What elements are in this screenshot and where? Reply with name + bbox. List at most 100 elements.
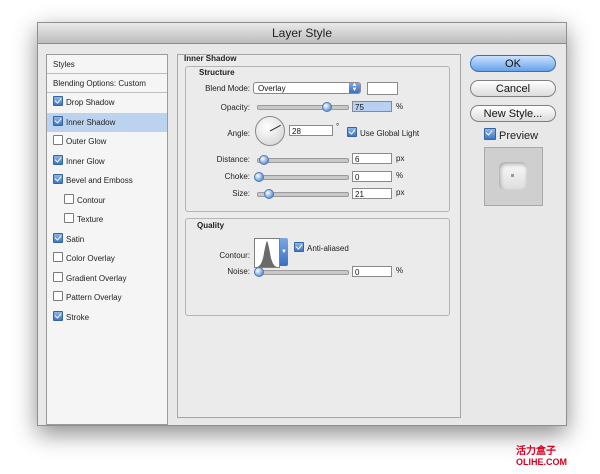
preview-label: Preview: [499, 130, 539, 142]
style-item-label: Inner Glow: [66, 156, 105, 166]
quality-group: Quality Contour: ▼ Anti-aliased Noise: 0…: [185, 218, 450, 316]
ok-button[interactable]: OK: [470, 55, 556, 72]
style-item[interactable]: Contour: [47, 191, 167, 210]
checkbox-icon[interactable]: [64, 213, 74, 223]
choke-label: Choke:: [224, 172, 250, 181]
style-item[interactable]: Color Overlay: [47, 249, 167, 268]
checkbox-icon[interactable]: [53, 115, 63, 126]
distance-field[interactable]: 6: [352, 153, 392, 164]
checkbox-icon[interactable]: [53, 291, 63, 301]
style-item-label: Stroke: [66, 312, 90, 322]
quality-title: Quality: [197, 221, 225, 230]
size-label: Size:: [232, 189, 250, 198]
size-field[interactable]: 21: [352, 188, 392, 199]
style-item[interactable]: Gradient Overlay: [47, 269, 167, 288]
noise-slider[interactable]: [254, 267, 349, 277]
distance-label: Distance:: [216, 155, 250, 164]
inner-shadow-title: Inner Shadow: [184, 54, 237, 63]
anti-aliased-option[interactable]: Anti-aliased: [294, 242, 349, 253]
structure-group: Structure Blend Mode: Overlay ▲ ▼ Opacity…: [185, 66, 450, 212]
shadow-color-swatch[interactable]: [367, 82, 398, 95]
checkbox-icon[interactable]: [53, 174, 63, 184]
opacity-label: Opacity:: [220, 103, 250, 112]
watermark-cn: 活力盒子: [516, 446, 556, 457]
blend-mode-value: Overlay: [258, 84, 286, 93]
style-item[interactable]: Texture: [47, 210, 167, 229]
contour-picker[interactable]: [254, 238, 280, 268]
window-title: Layer Style: [38, 23, 566, 44]
checkbox-icon[interactable]: [53, 154, 63, 165]
opacity-field[interactable]: 75: [352, 101, 392, 112]
style-item-label: Texture: [77, 215, 104, 224]
style-item[interactable]: Inner Shadow: [47, 112, 167, 132]
checkbox-icon[interactable]: [53, 96, 63, 106]
distance-slider-thumb[interactable]: [259, 155, 270, 165]
size-slider-thumb[interactable]: [263, 189, 274, 199]
styles-header[interactable]: Styles: [47, 55, 167, 74]
size-unit: px: [396, 188, 405, 197]
angle-dial[interactable]: [255, 116, 285, 146]
style-item-label: Inner Shadow: [66, 117, 116, 127]
noise-unit: %: [396, 266, 404, 275]
checkbox-icon[interactable]: [53, 252, 63, 262]
opacity-slider-thumb[interactable]: [321, 102, 332, 112]
use-global-light-label: Use Global Light: [360, 129, 420, 138]
opacity-slider[interactable]: [257, 102, 349, 112]
noise-slider-thumb[interactable]: [254, 267, 264, 277]
style-item-label: Contour: [77, 195, 106, 205]
choke-unit: %: [396, 171, 404, 180]
checkbox-icon[interactable]: [347, 127, 357, 137]
style-item-label: Outer Glow: [66, 137, 107, 146]
style-item[interactable]: Satin: [47, 230, 167, 249]
preview-center-dot: [511, 174, 514, 177]
angle-label: Angle:: [227, 129, 250, 138]
size-slider[interactable]: [257, 189, 349, 199]
watermark-en: OLIHE.COM: [516, 457, 567, 467]
style-item-label: Gradient Overlay: [66, 273, 127, 283]
anti-aliased-label: Anti-aliased: [307, 244, 349, 253]
checkbox-icon[interactable]: [294, 242, 304, 252]
style-item[interactable]: Drop Shadow: [47, 93, 167, 112]
style-item[interactable]: Inner Glow: [47, 152, 167, 171]
checkbox-icon[interactable]: [53, 135, 63, 145]
noise-field[interactable]: 0: [352, 266, 392, 277]
choke-slider-thumb[interactable]: [254, 172, 264, 182]
choke-field[interactable]: 0: [352, 171, 392, 182]
style-item-label: Bevel and Emboss: [66, 176, 133, 185]
structure-title: Structure: [197, 68, 237, 77]
inner-shadow-panel: Inner Shadow Structure Blend Mode: Overl…: [177, 54, 461, 418]
style-item[interactable]: Stroke: [47, 308, 167, 327]
preview-swatch: [499, 162, 527, 190]
style-item[interactable]: Outer Glow: [47, 132, 167, 151]
opacity-unit: %: [396, 102, 404, 111]
angle-unit: °: [336, 122, 340, 131]
new-style-button[interactable]: New Style...: [470, 105, 556, 122]
contour-label: Contour:: [219, 251, 250, 260]
contour-dropdown-arrow-icon[interactable]: ▼: [280, 238, 288, 266]
blend-mode-label: Blend Mode:: [205, 84, 250, 93]
styles-list: Styles Blending Options: Custom Drop Sha…: [46, 54, 168, 425]
checkbox-icon[interactable]: [53, 271, 63, 282]
distance-slider[interactable]: [257, 155, 349, 165]
angle-field[interactable]: 28: [289, 125, 333, 136]
blend-mode-select[interactable]: Overlay ▲ ▼: [253, 82, 361, 94]
angle-dial-needle: [269, 124, 281, 132]
use-global-light-option[interactable]: Use Global Light: [347, 127, 419, 138]
checkbox-icon[interactable]: [64, 193, 74, 204]
preview-thumbnail: [484, 147, 543, 206]
checkbox-icon[interactable]: [53, 232, 63, 243]
blending-options-item[interactable]: Blending Options: Custom: [47, 74, 167, 93]
select-arrows-icon: ▲ ▼: [349, 82, 360, 93]
checkbox-icon[interactable]: [484, 128, 496, 140]
cancel-button[interactable]: Cancel: [470, 80, 556, 97]
style-item[interactable]: Pattern Overlay: [47, 288, 167, 307]
preview-option[interactable]: Preview: [484, 128, 538, 142]
choke-slider[interactable]: [254, 172, 349, 182]
watermark: 活力盒子 OLIHE.COM: [516, 446, 567, 468]
distance-unit: px: [396, 154, 405, 163]
contour-curve-icon: [255, 241, 279, 267]
style-item-label: Color Overlay: [66, 254, 115, 263]
checkbox-icon[interactable]: [53, 310, 63, 321]
style-item-label: Satin: [66, 234, 85, 244]
style-item[interactable]: Bevel and Emboss: [47, 171, 167, 190]
